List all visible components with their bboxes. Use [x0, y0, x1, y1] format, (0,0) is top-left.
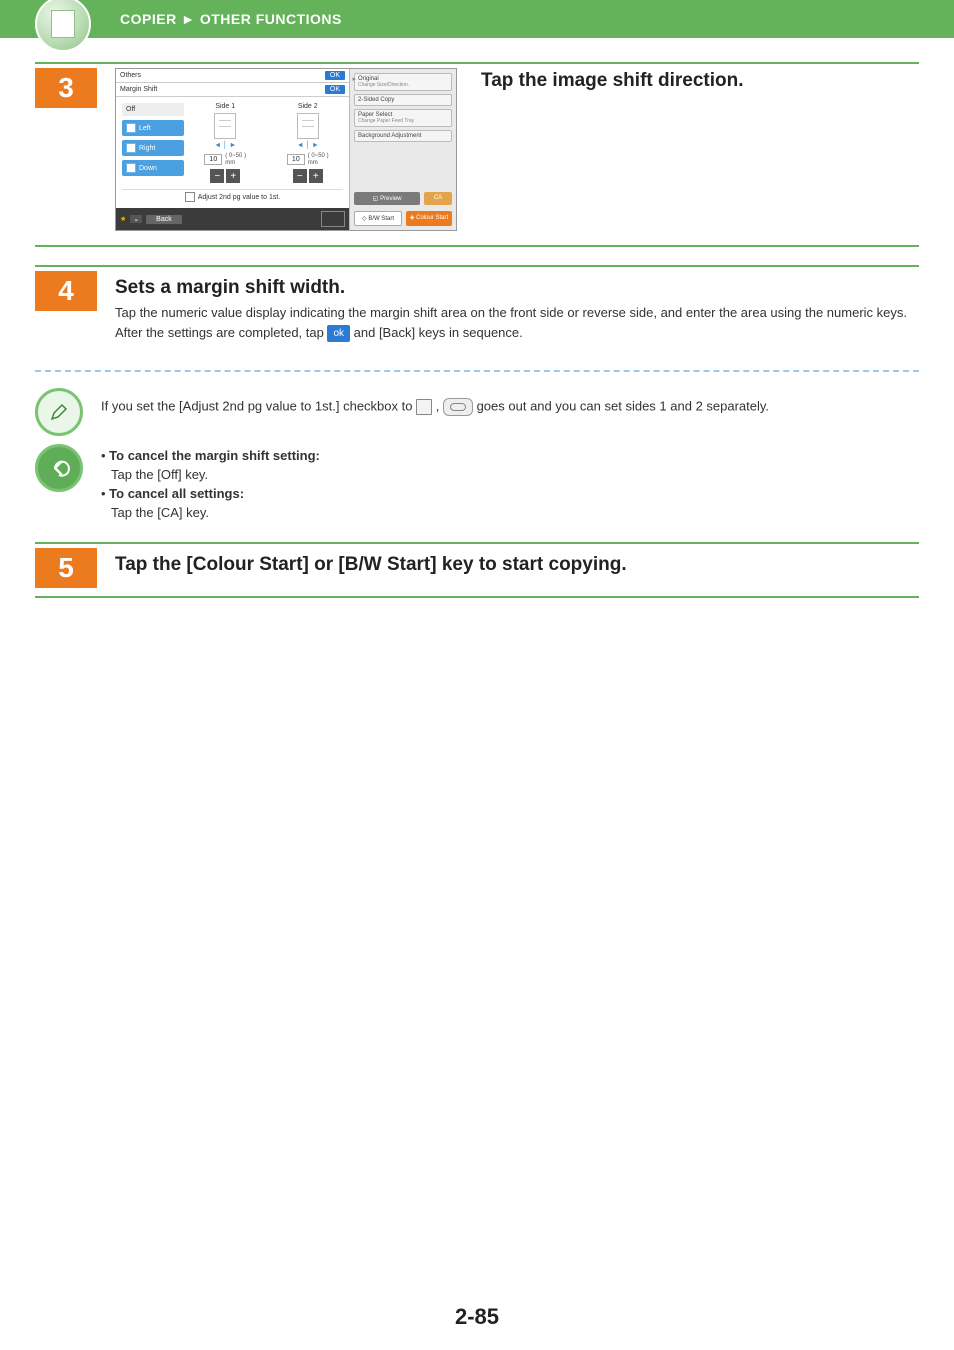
step-4-line1: Tap the numeric value display indicating… — [115, 303, 919, 323]
mock-page-icon-2 — [297, 113, 319, 139]
mock-page-icon-1 — [214, 113, 236, 139]
mock-ca-button[interactable]: CA — [424, 192, 452, 205]
mock-colour-start[interactable]: ◈ Colour Start — [406, 211, 452, 226]
step-3-row: 3 Others OK Margin Shift OK — [35, 62, 919, 247]
mock-side-2sided[interactable]: 2-Sided Copy — [354, 94, 452, 106]
link-icon — [443, 398, 473, 416]
cancel-all-body: Tap the [CA] key. — [111, 505, 320, 520]
margin-shift-screenshot: Others OK Margin Shift OK Off Left Right — [115, 68, 457, 231]
mock-bw-start[interactable]: ◇ B/W Start — [354, 211, 402, 226]
step-4-title: Sets a margin shift width. — [115, 277, 919, 299]
cancel-margin-body: Tap the [Off] key. — [111, 467, 320, 482]
step-3-badge: 3 — [35, 68, 97, 108]
mock-panel-arrow-icon: ▸ — [352, 75, 356, 83]
mock-back-button[interactable]: Back — [146, 215, 182, 224]
back-note-icon — [35, 444, 83, 492]
mock-ok-1[interactable]: OK — [325, 71, 345, 80]
mock-others-label: Others — [120, 72, 141, 79]
mock-side-paper[interactable]: Paper Select Change Paper Feed Tray — [354, 109, 452, 127]
step-5-row: 5 Tap the [Colour Start] or [B/W Start] … — [35, 542, 919, 598]
mock-preview-button[interactable]: ◱Preview — [354, 192, 420, 205]
step-4-row: 4 Sets a margin shift width. Tap the num… — [35, 265, 919, 354]
mock-arrows-1: ◄ │ ► — [214, 142, 236, 149]
note1-c: goes out and you can set sides 1 and 2 s… — [477, 398, 769, 413]
step-5-badge: 5 — [35, 548, 97, 588]
mock-side2-header: Side 2 — [298, 103, 318, 110]
page-number: 2-85 — [0, 1304, 954, 1330]
mock-value-2[interactable]: 10 — [287, 154, 305, 165]
cancel-margin-item: • To cancel the margin shift setting: — [101, 448, 320, 463]
header-bar: COPIER ► OTHER FUNCTIONS — [0, 0, 954, 38]
mock-unit-1: mm — [225, 160, 235, 166]
header-separator: ► — [181, 11, 195, 27]
pencil-note-icon — [35, 388, 83, 436]
mock-adjust-checkbox[interactable] — [185, 192, 195, 202]
copier-header-icon — [35, 0, 91, 52]
step-4-badge: 4 — [35, 271, 97, 311]
mock-side-bg[interactable]: Background Adjustment — [354, 130, 452, 142]
mock-unit-2: mm — [308, 160, 318, 166]
step-4-line2: After the settings are completed, tap ok… — [115, 323, 919, 343]
mock-off-button[interactable]: Off — [122, 103, 184, 116]
mock-plusminus-1[interactable]: −+ — [210, 169, 240, 183]
mock-plusminus-2[interactable]: −+ — [293, 169, 323, 183]
mock-right-button[interactable]: Right — [122, 140, 184, 156]
note1-b: , — [436, 398, 443, 413]
mock-side-original[interactable]: Original Change Size/Direction. — [354, 73, 452, 91]
mock-range-1: ( 0~50 ) — [225, 153, 246, 159]
mock-star-icon[interactable]: ★ — [120, 215, 126, 223]
mock-down-button[interactable]: Down — [122, 160, 184, 176]
step-3-title: Tap the image shift direction. — [481, 70, 744, 92]
mock-arrows-2: ◄ │ ► — [297, 142, 319, 149]
cancel-all-item: • To cancel all settings: — [101, 486, 320, 501]
mock-value-1[interactable]: 10 — [204, 154, 222, 165]
header-subsection: OTHER FUNCTIONS — [200, 11, 342, 27]
mock-left-button[interactable]: Left — [122, 120, 184, 136]
mock-side1-header: Side 1 — [215, 103, 235, 110]
checkbox-empty-icon — [416, 399, 432, 415]
mock-ok-2[interactable]: OK — [325, 85, 345, 94]
dashed-divider — [35, 370, 919, 372]
note1-a: If you set the [Adjust 2nd pg value to 1… — [101, 398, 416, 413]
mock-keyboard-icon[interactable] — [321, 211, 345, 227]
ok-chip-icon: ok — [327, 325, 350, 342]
mock-chevron-icon[interactable]: ⌄ — [130, 215, 142, 223]
step-5-title: Tap the [Colour Start] or [B/W Start] ke… — [115, 554, 919, 576]
header-section: COPIER — [120, 11, 177, 27]
note-2-row: • To cancel the margin shift setting: Ta… — [35, 444, 919, 524]
mock-range-2: ( 0~50 ) — [308, 153, 329, 159]
note-1-row: If you set the [Adjust 2nd pg value to 1… — [35, 388, 919, 436]
mock-marginshift-label: Margin Shift — [120, 86, 157, 93]
mock-adjust-label: Adjust 2nd pg value to 1st. — [198, 194, 281, 201]
